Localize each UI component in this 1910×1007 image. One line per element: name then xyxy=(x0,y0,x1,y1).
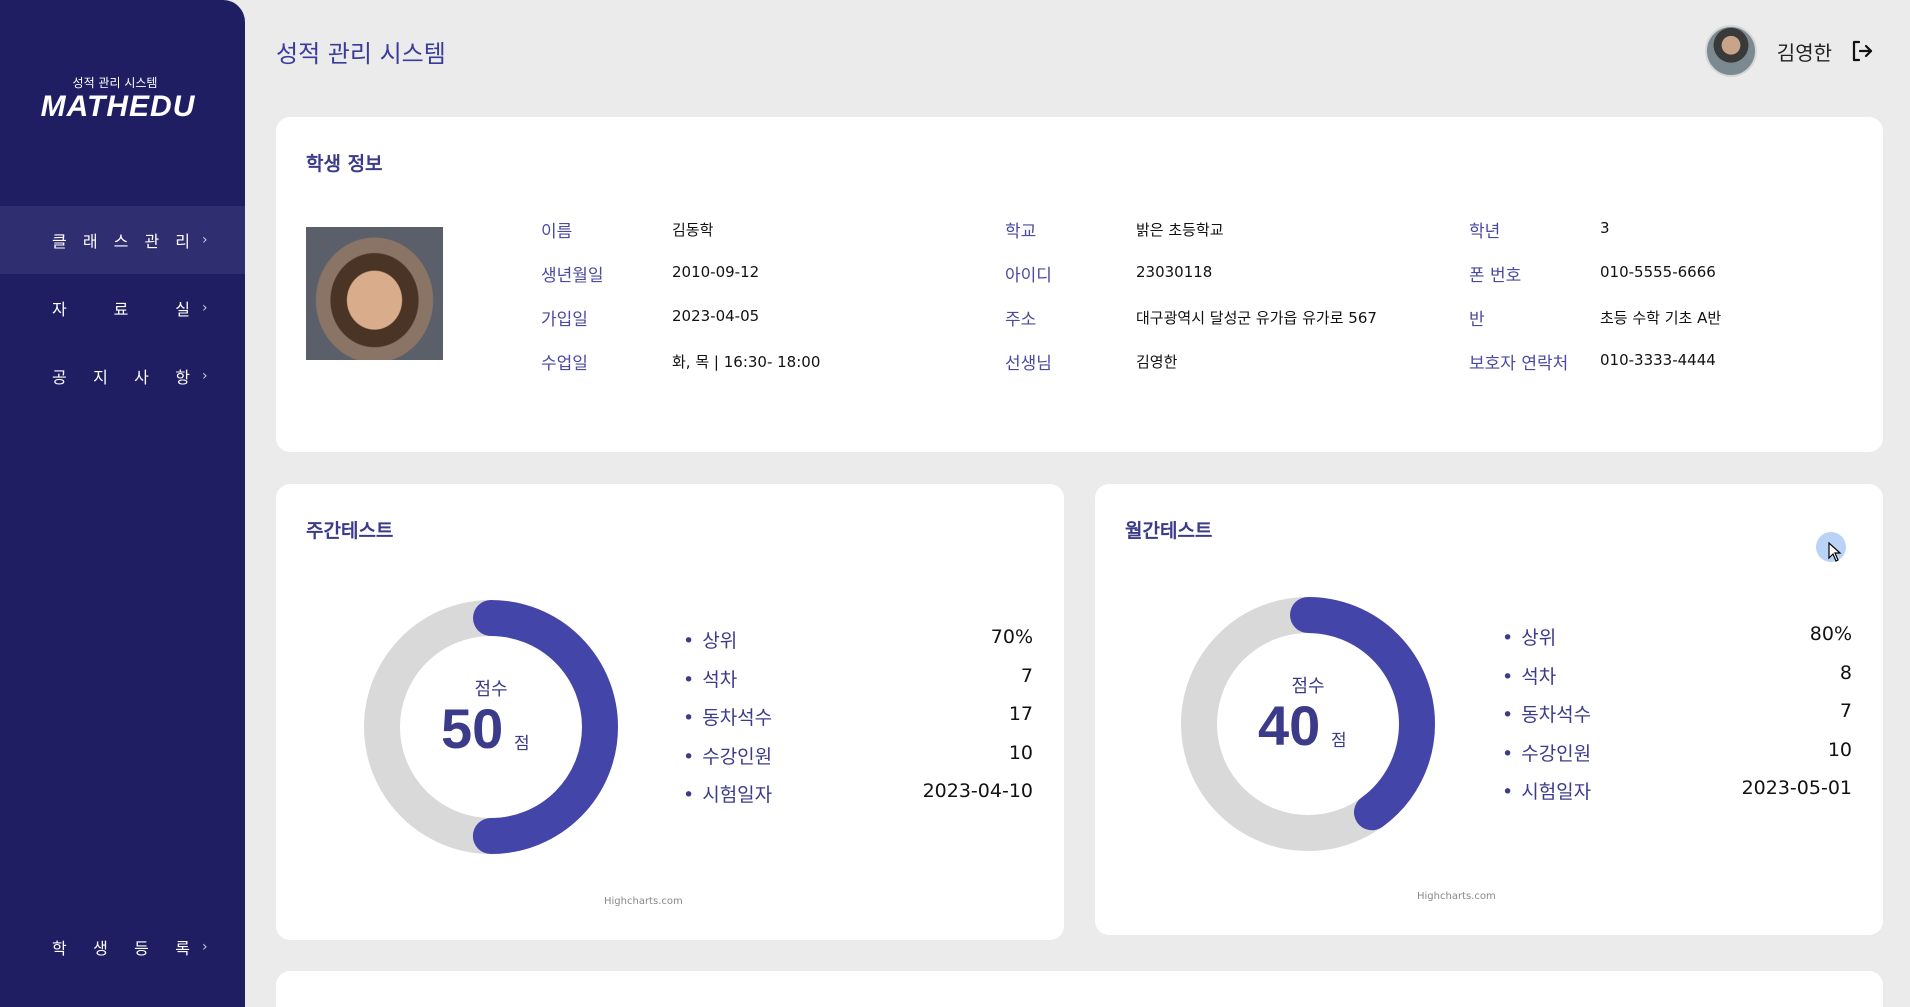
stat-value: 8 xyxy=(1839,661,1852,684)
stat-row: 수강인원 10 xyxy=(1502,739,1852,778)
chevron-right-icon: › xyxy=(202,300,208,316)
field-label: 학년 xyxy=(1469,222,1501,242)
stat-label: 석차 xyxy=(1502,662,1556,689)
field-value: 화, 목 | 16:30- 18:00 xyxy=(672,353,821,371)
field-value: 대구광역시 달성군 유가읍 유가로 567 xyxy=(1136,309,1377,327)
stat-value: 7 xyxy=(1839,700,1852,722)
stat-value: 80% xyxy=(1809,623,1852,645)
stat-row: 상위 80% xyxy=(1502,623,1852,662)
field-value: 초등 수학 기초 A반 xyxy=(1600,309,1722,327)
field-label: 보호자 연락처 xyxy=(1469,354,1569,374)
field-label: 생년월일 xyxy=(541,266,604,286)
score-value: 40 xyxy=(1258,694,1321,757)
chart-credit-link[interactable]: Highcharts.com xyxy=(604,896,683,907)
stat-value: 10 xyxy=(1827,738,1852,761)
chevron-right-icon: › xyxy=(202,939,208,955)
avatar[interactable] xyxy=(1704,25,1757,77)
stat-label: 수강인원 xyxy=(1502,739,1591,766)
stat-value: 17 xyxy=(1008,703,1033,725)
stat-value: 2023-05-01 xyxy=(1741,777,1852,799)
monthly-test-card: 월간테스트 점수 40 점 상위80% 석차8 동차석수7 수강인원10 시험일… xyxy=(1095,484,1883,935)
card-title: 월간테스트 xyxy=(1125,520,1213,542)
field-value: 김영한 xyxy=(1136,353,1178,371)
field-value: 010-5555-6666 xyxy=(1600,263,1716,281)
stat-row: 동차석수 17 xyxy=(683,703,1033,742)
stat-label: 시험일자 xyxy=(683,780,772,807)
sidebar: 성적 관리 시스템 MATHEDU 클래스관리 › 자료실 › 공지사항 › 학… xyxy=(0,0,245,1007)
stat-row: 석차 7 xyxy=(683,665,1033,704)
card-title: 학생 정보 xyxy=(306,153,383,175)
sidebar-item-label: 공지사항 xyxy=(52,368,190,387)
student-photo xyxy=(306,227,443,360)
chevron-right-icon: › xyxy=(202,368,208,384)
next-section-card xyxy=(276,971,1883,1007)
stat-row: 동차석수 7 xyxy=(1502,700,1852,739)
field-label: 아이디 xyxy=(1005,266,1052,286)
field-value: 2010-09-12 xyxy=(672,263,760,281)
sidebar-item-label: 자료실 xyxy=(52,300,190,319)
user-name: 김영한 xyxy=(1776,40,1832,65)
stat-value: 7 xyxy=(1020,664,1033,687)
stat-row: 수강인원 10 xyxy=(683,742,1033,781)
stat-label: 시험일자 xyxy=(1502,777,1591,804)
field-label: 선생님 xyxy=(1005,354,1052,374)
stat-value: 2023-04-10 xyxy=(922,780,1033,802)
sidebar-item-student-registration[interactable]: 학생등록 › xyxy=(0,913,245,981)
field-value: 010-3333-4444 xyxy=(1600,351,1716,369)
field-label: 이름 xyxy=(541,222,573,242)
field-value: 3 xyxy=(1600,219,1610,237)
score-unit: 점 xyxy=(514,734,530,754)
logo[interactable]: MATHEDU xyxy=(0,90,236,124)
chart-credit-link[interactable]: Highcharts.com xyxy=(1417,891,1496,902)
sidebar-item-label: 클래스관리 xyxy=(52,232,190,251)
chevron-right-icon: › xyxy=(202,232,208,248)
student-info-card: 학생 정보 이름 김동학 학교 밝은 초등학교 학년 3 생년월일 2010-0… xyxy=(276,117,1883,452)
sidebar-item-archive[interactable]: 자료실 › xyxy=(0,274,245,342)
logo-subtitle: 성적 관리 시스템 xyxy=(72,76,158,90)
stat-label: 상위 xyxy=(683,626,737,653)
field-value: 2023-04-05 xyxy=(672,307,760,325)
field-label: 수업일 xyxy=(541,354,588,374)
stat-row: 시험일자 2023-05-01 xyxy=(1502,777,1852,816)
sidebar-item-label: 학생등록 xyxy=(52,939,190,958)
field-value: 23030118 xyxy=(1136,263,1213,281)
stat-row: 상위 70% xyxy=(683,626,1033,665)
stat-label: 석차 xyxy=(683,665,737,692)
sidebar-item-notices[interactable]: 공지사항 › xyxy=(0,342,245,410)
field-value: 김동학 xyxy=(672,221,714,239)
stat-row: 석차 8 xyxy=(1502,662,1852,701)
field-label: 반 xyxy=(1469,310,1485,330)
field-label: 가입일 xyxy=(541,310,588,330)
field-label: 주소 xyxy=(1005,310,1037,330)
logout-icon[interactable] xyxy=(1850,39,1874,63)
score-unit: 점 xyxy=(1331,731,1347,751)
field-value: 밝은 초등학교 xyxy=(1136,221,1224,239)
field-label: 폰 번호 xyxy=(1469,266,1522,286)
score-value: 50 xyxy=(441,697,504,760)
stat-label: 동차석수 xyxy=(1502,700,1591,727)
cursor-icon xyxy=(1828,542,1842,562)
stat-label: 상위 xyxy=(1502,623,1556,650)
stat-value: 10 xyxy=(1008,741,1033,764)
stat-value: 70% xyxy=(990,626,1033,648)
stat-label: 동차석수 xyxy=(683,703,772,730)
weekly-test-card: 주간테스트 점수 50 점 상위70% 석차7 동차석수17 수강인원10 시험… xyxy=(276,484,1064,940)
card-title: 주간테스트 xyxy=(306,520,394,542)
monthly-stats: 상위 80% 석차 8 동차석수 7 수강인원 10 시험일자 2023-05-01 xyxy=(1502,623,1852,816)
user-menu: 김영한 xyxy=(1704,25,1874,77)
field-label: 학교 xyxy=(1005,222,1037,242)
page-title: 성적 관리 시스템 xyxy=(276,40,446,68)
stat-row: 시험일자 2023-04-10 xyxy=(683,780,1033,819)
weekly-stats: 상위 70% 석차 7 동차석수 17 수강인원 10 시험일자 2023-04-10 xyxy=(683,626,1033,819)
stat-label: 수강인원 xyxy=(683,742,772,769)
sidebar-item-class-management[interactable]: 클래스관리 › xyxy=(0,206,245,274)
